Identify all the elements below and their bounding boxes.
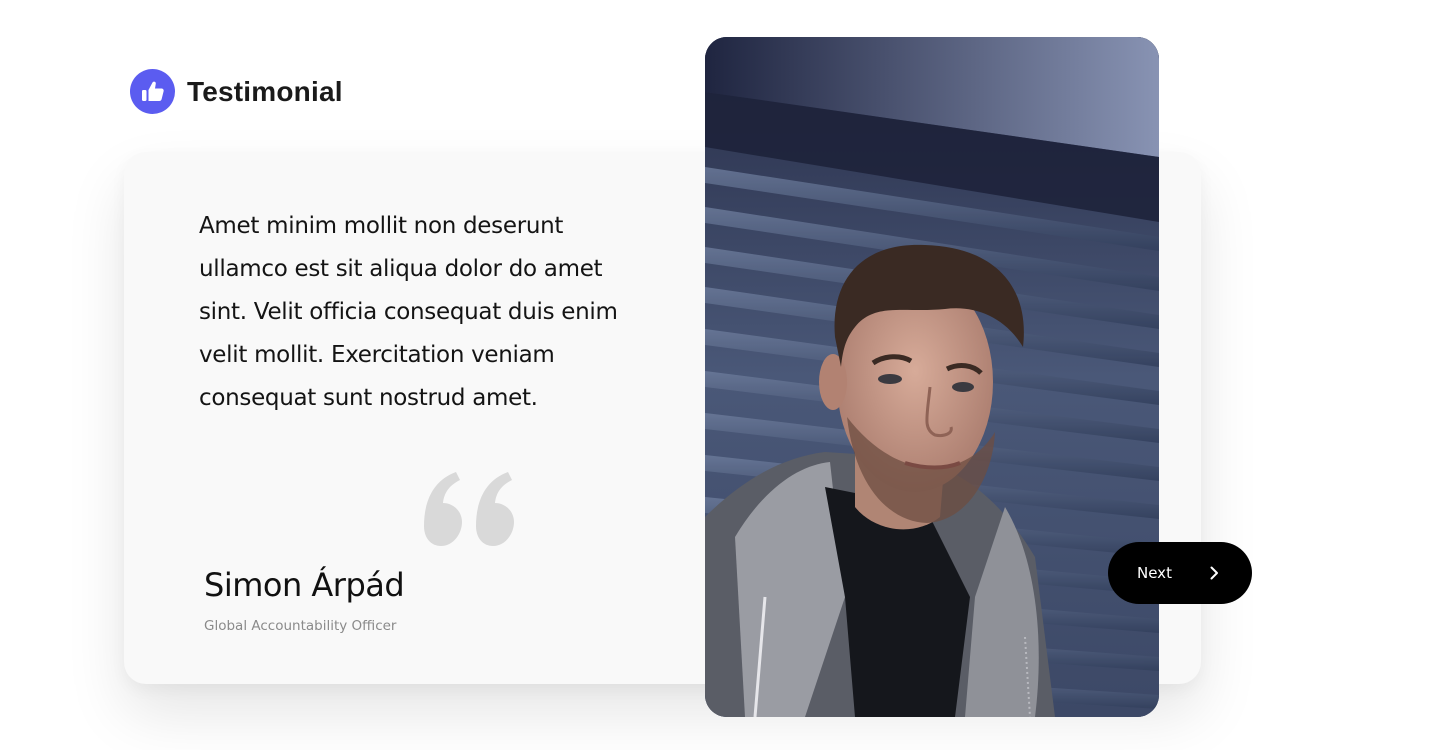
author-name: Simon Árpád xyxy=(204,566,405,604)
quote-mark-icon xyxy=(420,470,520,550)
thumbs-up-icon xyxy=(130,69,175,114)
page-title: Testimonial xyxy=(187,75,343,107)
portrait-photo xyxy=(705,37,1159,717)
chevron-right-icon xyxy=(1206,565,1222,581)
next-button[interactable]: Next xyxy=(1108,542,1252,604)
testimonial-quote: Amet minim mollit non deserunt ullamco e… xyxy=(199,213,618,411)
author-role: Global Accountability Officer xyxy=(204,618,397,634)
next-button-label: Next xyxy=(1137,564,1172,582)
section-header: Testimonial xyxy=(130,69,343,114)
